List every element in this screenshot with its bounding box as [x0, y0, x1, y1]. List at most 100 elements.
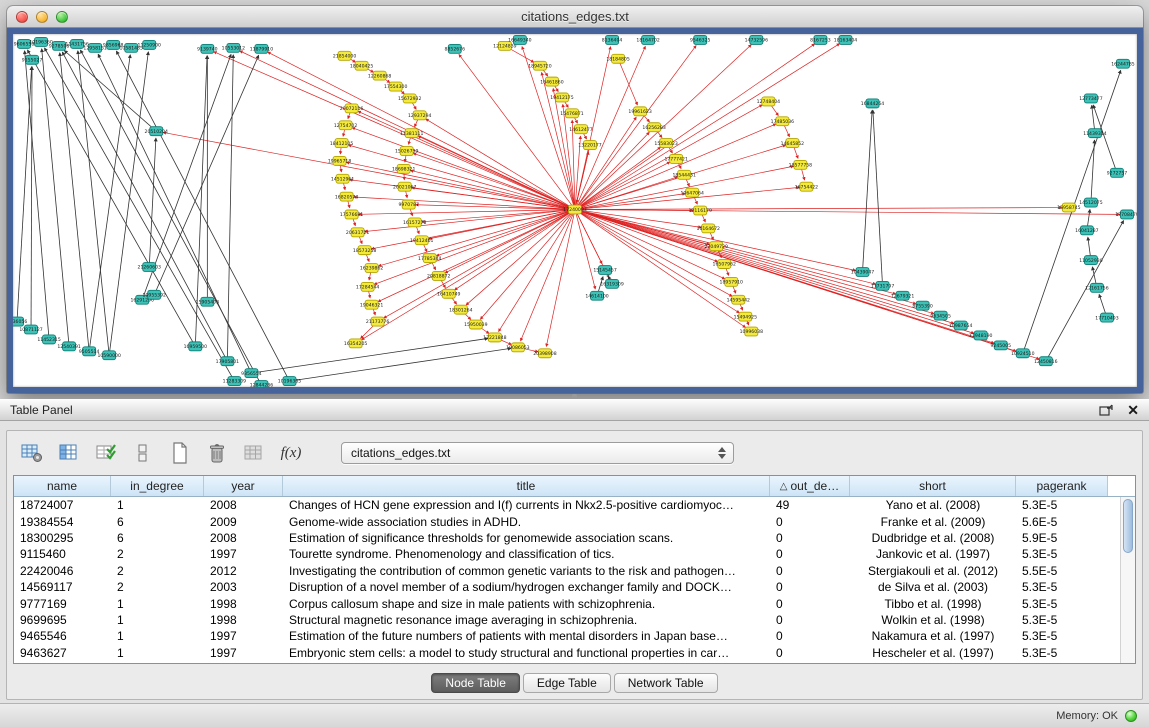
show-columns-icon[interactable] [56, 440, 82, 466]
table-cell[interactable]: 5.9E-5 [1016, 531, 1108, 545]
network-node[interactable]: 22049729 [705, 242, 729, 251]
table-cell[interactable]: 9463627 [14, 646, 111, 660]
network-node[interactable]: 19046321 [360, 300, 384, 309]
network-node[interactable]: 19965718 [328, 156, 352, 165]
network-node[interactable]: 20398908 [533, 349, 557, 358]
column-header-name[interactable]: name [14, 476, 111, 496]
network-node[interactable]: 16820574 [335, 192, 359, 201]
network-canvas[interactable]: 1724009321854000180404251226086817554300… [13, 34, 1137, 387]
network-node[interactable]: 20631721 [346, 228, 370, 237]
network-node[interactable]: 12844286 [250, 381, 274, 387]
network-node[interactable]: 10439047 [851, 268, 875, 277]
table-cell[interactable]: 0 [770, 547, 850, 561]
table-cell[interactable]: Yano et al. (2008) [850, 498, 1016, 512]
table-cell[interactable]: 1997 [204, 646, 283, 660]
network-node[interactable]: 17905801 [216, 357, 240, 366]
close-window-button[interactable] [16, 11, 28, 23]
network-node[interactable]: 15950039 [464, 320, 488, 329]
network-node[interactable]: 16410749 [437, 289, 461, 298]
network-node[interactable]: 16354205 [344, 339, 368, 348]
table-cell[interactable]: 1 [111, 597, 204, 611]
table-cell[interactable]: Tibbo et al. (1998) [850, 597, 1016, 611]
table-row[interactable]: 1830029562008Estimation of significance … [14, 530, 1120, 546]
table-cell[interactable]: 22420046 [14, 564, 111, 578]
table-cell[interactable]: Nakamura et al. (1997) [850, 629, 1016, 643]
table-cell[interactable]: Wolkin et al. (1998) [850, 613, 1016, 627]
network-node[interactable]: 13220177 [578, 141, 602, 150]
network-node[interactable]: 18577758 [789, 160, 813, 169]
network-node[interactable]: 10196365 [278, 377, 302, 386]
table-cell[interactable]: 14569117 [14, 580, 111, 594]
table-cell[interactable]: 9777169 [14, 597, 111, 611]
network-node[interactable]: 21854000 [333, 51, 357, 60]
network-node[interactable]: 9272757 [1107, 168, 1128, 177]
network-node[interactable]: 14732596 [745, 35, 769, 44]
network-node[interactable]: 9505514 [79, 347, 100, 356]
network-node[interactable]: 16649340 [508, 35, 532, 44]
network-node[interactable]: 14645852 [781, 139, 805, 148]
column-header-pagerank[interactable]: pagerank [1016, 476, 1108, 496]
table-cell[interactable]: 0 [770, 564, 850, 578]
network-node[interactable]: 14512961 [331, 174, 355, 183]
network-node[interactable]: 18040425 [350, 61, 374, 70]
table-row[interactable]: 2242004622012Investigating the contribut… [14, 563, 1120, 579]
table-cell[interactable]: 5.3E-5 [1016, 597, 1108, 611]
close-panel-icon[interactable]: ✕ [1127, 404, 1139, 416]
network-node[interactable]: 9634505 [930, 311, 951, 320]
function-builder-icon[interactable]: f(x) [278, 440, 304, 466]
network-node[interactable]: 11283309 [223, 377, 247, 386]
network-node[interactable]: 14595442 [727, 295, 751, 304]
table-row[interactable]: 1938455462009Genome-wide association stu… [14, 513, 1120, 529]
network-node[interactable]: 10996038 [740, 327, 764, 336]
network-node[interactable]: 17777421 [664, 154, 688, 163]
table-cell[interactable]: 9699695 [14, 613, 111, 627]
network-node[interactable]: 11439314 [1083, 129, 1107, 138]
zoom-window-button[interactable] [56, 11, 68, 23]
table-cell[interactable]: 6 [111, 531, 204, 545]
table-row[interactable]: 911546021997Tourette syndrome. Phenomeno… [14, 546, 1120, 562]
table-source-dropdown[interactable]: citations_edges.txt [341, 442, 734, 464]
table-cell[interactable]: 0 [770, 597, 850, 611]
network-node[interactable]: 12450816 [1034, 357, 1058, 366]
network-node[interactable]: 9546325 [690, 35, 711, 44]
table-row[interactable]: 969969511998Structural magnetic resonanc… [14, 612, 1120, 628]
network-node[interactable]: 17554300 [384, 82, 408, 91]
network-node[interactable]: 10553012 [222, 43, 246, 52]
table-cell[interactable]: Estimation of the future numbers of pati… [283, 629, 770, 643]
network-node[interactable]: 11948190 [969, 331, 993, 340]
table-cell[interactable]: 18300295 [14, 531, 111, 545]
network-node[interactable]: 18164702 [636, 35, 660, 44]
table-cell[interactable]: 1 [111, 613, 204, 627]
table-cell[interactable]: 0 [770, 515, 850, 529]
table-cell[interactable]: Changes of HCN gene expression and I(f) … [283, 498, 770, 512]
table-cell[interactable]: 5.3E-5 [1016, 580, 1108, 594]
table-cell[interactable]: 2009 [204, 515, 283, 529]
table-cell[interactable]: 19384554 [14, 515, 111, 529]
column-header-out-de-[interactable]: △out_de… [770, 476, 850, 496]
network-node[interactable]: 9356554 [241, 369, 262, 378]
network-node[interactable]: 11052930 [1079, 256, 1103, 265]
network-node[interactable]: 18412105 [330, 139, 354, 148]
network-node[interactable]: 12540391 [57, 342, 81, 351]
network-node[interactable]: 18945720 [528, 61, 552, 70]
network-node[interactable]: 12116179 [689, 206, 713, 215]
network-node[interactable]: 8136404 [602, 35, 623, 44]
table-scrollbar-thumb[interactable] [1123, 499, 1133, 553]
network-node[interactable]: 18301264 [449, 305, 473, 314]
table-cell[interactable]: 5.3E-5 [1016, 646, 1108, 660]
network-node[interactable]: 20072116 [340, 104, 364, 113]
table-cell[interactable]: 5.3E-5 [1016, 547, 1108, 561]
network-node[interactable]: 16461860 [540, 77, 564, 86]
network-node[interactable]: 16959500 [184, 342, 208, 351]
network-node[interactable]: 12260868 [368, 71, 392, 80]
table-cell[interactable]: 2 [111, 547, 204, 561]
network-node[interactable]: 14512075 [1079, 198, 1103, 207]
network-node[interactable]: 16164672 [697, 224, 721, 233]
tab-edge-table[interactable]: Edge Table [523, 673, 611, 693]
network-node[interactable]: 9139740 [197, 44, 218, 53]
float-panel-icon[interactable] [1099, 404, 1113, 416]
network-node[interactable]: 18184805 [606, 54, 630, 63]
network-node[interactable]: 20510204 [145, 127, 169, 136]
column-header-short[interactable]: short [850, 476, 1016, 496]
table-cell[interactable]: 0 [770, 613, 850, 627]
